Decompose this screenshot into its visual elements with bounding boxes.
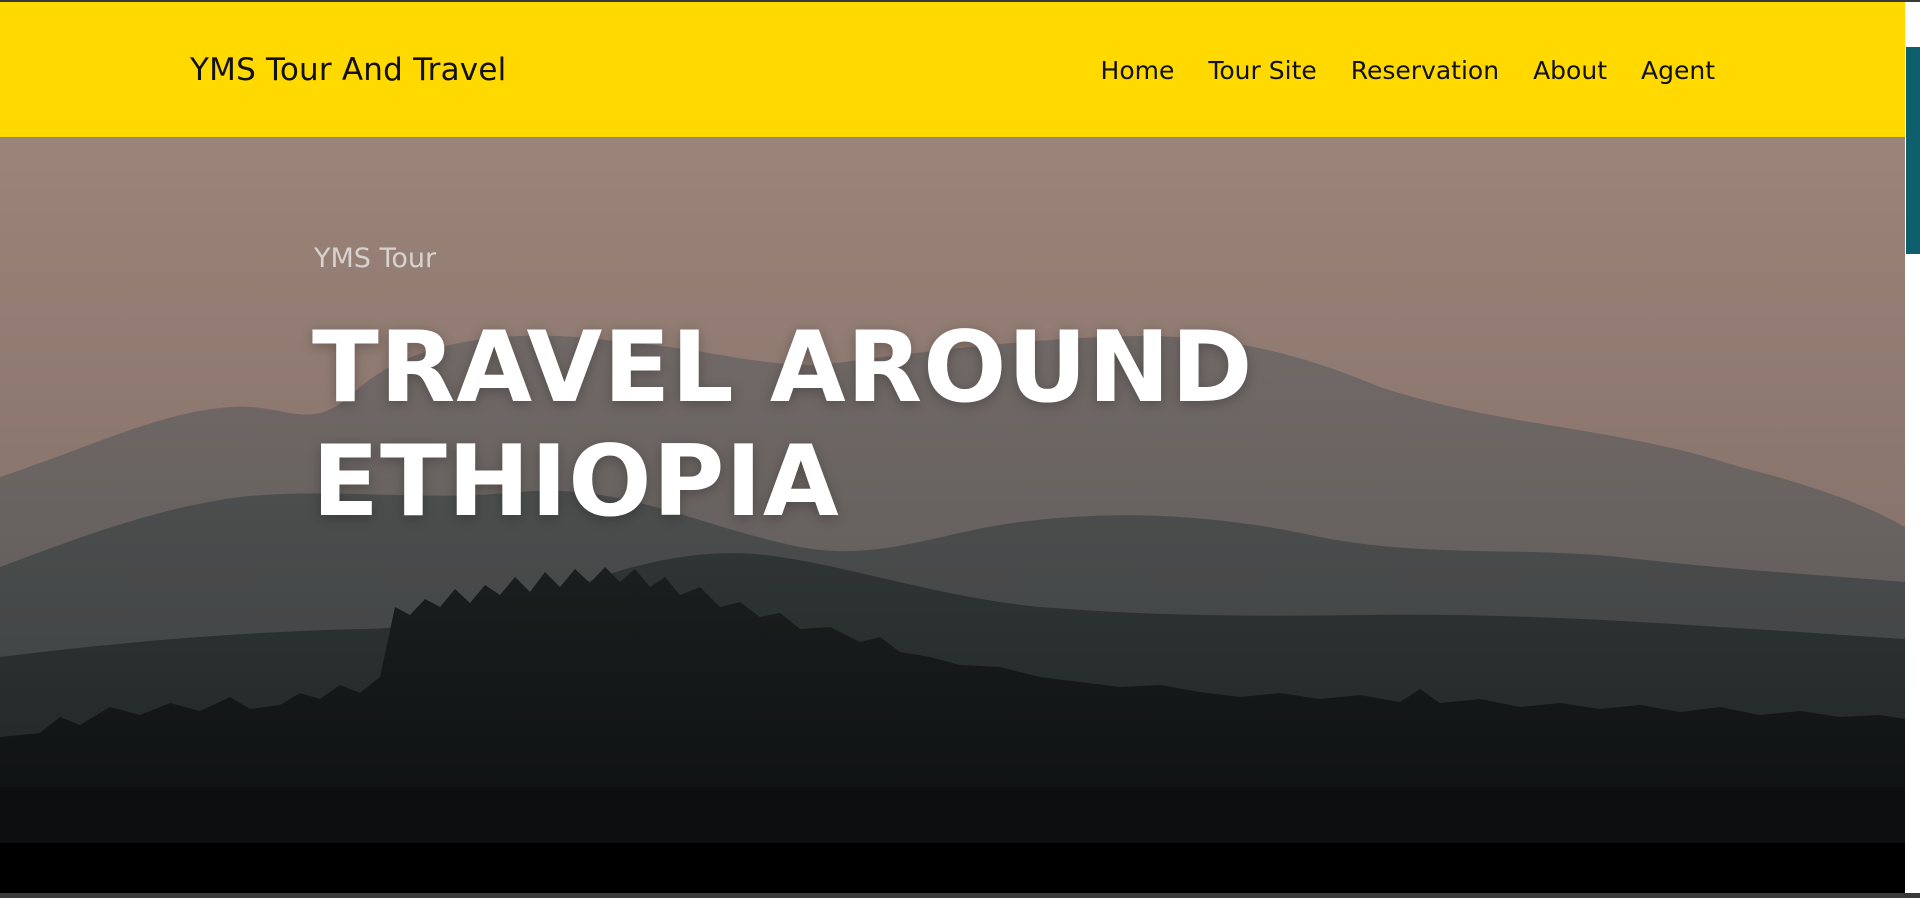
scrollbar-thumb[interactable] — [1906, 47, 1920, 254]
nav-link-tour-site[interactable]: Tour Site — [1208, 56, 1316, 85]
hero-section: YMS Tour TRAVEL AROUND ETHIOPIA — [0, 137, 1905, 843]
navbar: YMS Tour And Travel Home Tour Site Reser… — [0, 2, 1905, 137]
hero-title-line-2: ETHIOPIA — [312, 425, 840, 539]
nav-link-reservation[interactable]: Reservation — [1351, 56, 1499, 85]
brand-logo-text[interactable]: YMS Tour And Travel — [190, 52, 506, 88]
footer-band — [0, 843, 1905, 893]
nav-links: Home Tour Site Reservation About Agent — [1067, 56, 1715, 85]
nav-link-agent[interactable]: Agent — [1641, 56, 1715, 85]
nav-link-home[interactable]: Home — [1101, 56, 1175, 85]
page-viewport: YMS Tour And Travel Home Tour Site Reser… — [0, 2, 1905, 893]
hero-title: TRAVEL AROUND ETHIOPIA — [312, 311, 1312, 539]
hero-subtitle: YMS Tour — [314, 243, 437, 274]
hero-title-line-1: TRAVEL AROUND — [312, 311, 1254, 425]
window-bottom-border — [0, 893, 1920, 898]
nav-link-about[interactable]: About — [1533, 56, 1607, 85]
browser-page: YMS Tour And Travel Home Tour Site Reser… — [0, 0, 1920, 898]
